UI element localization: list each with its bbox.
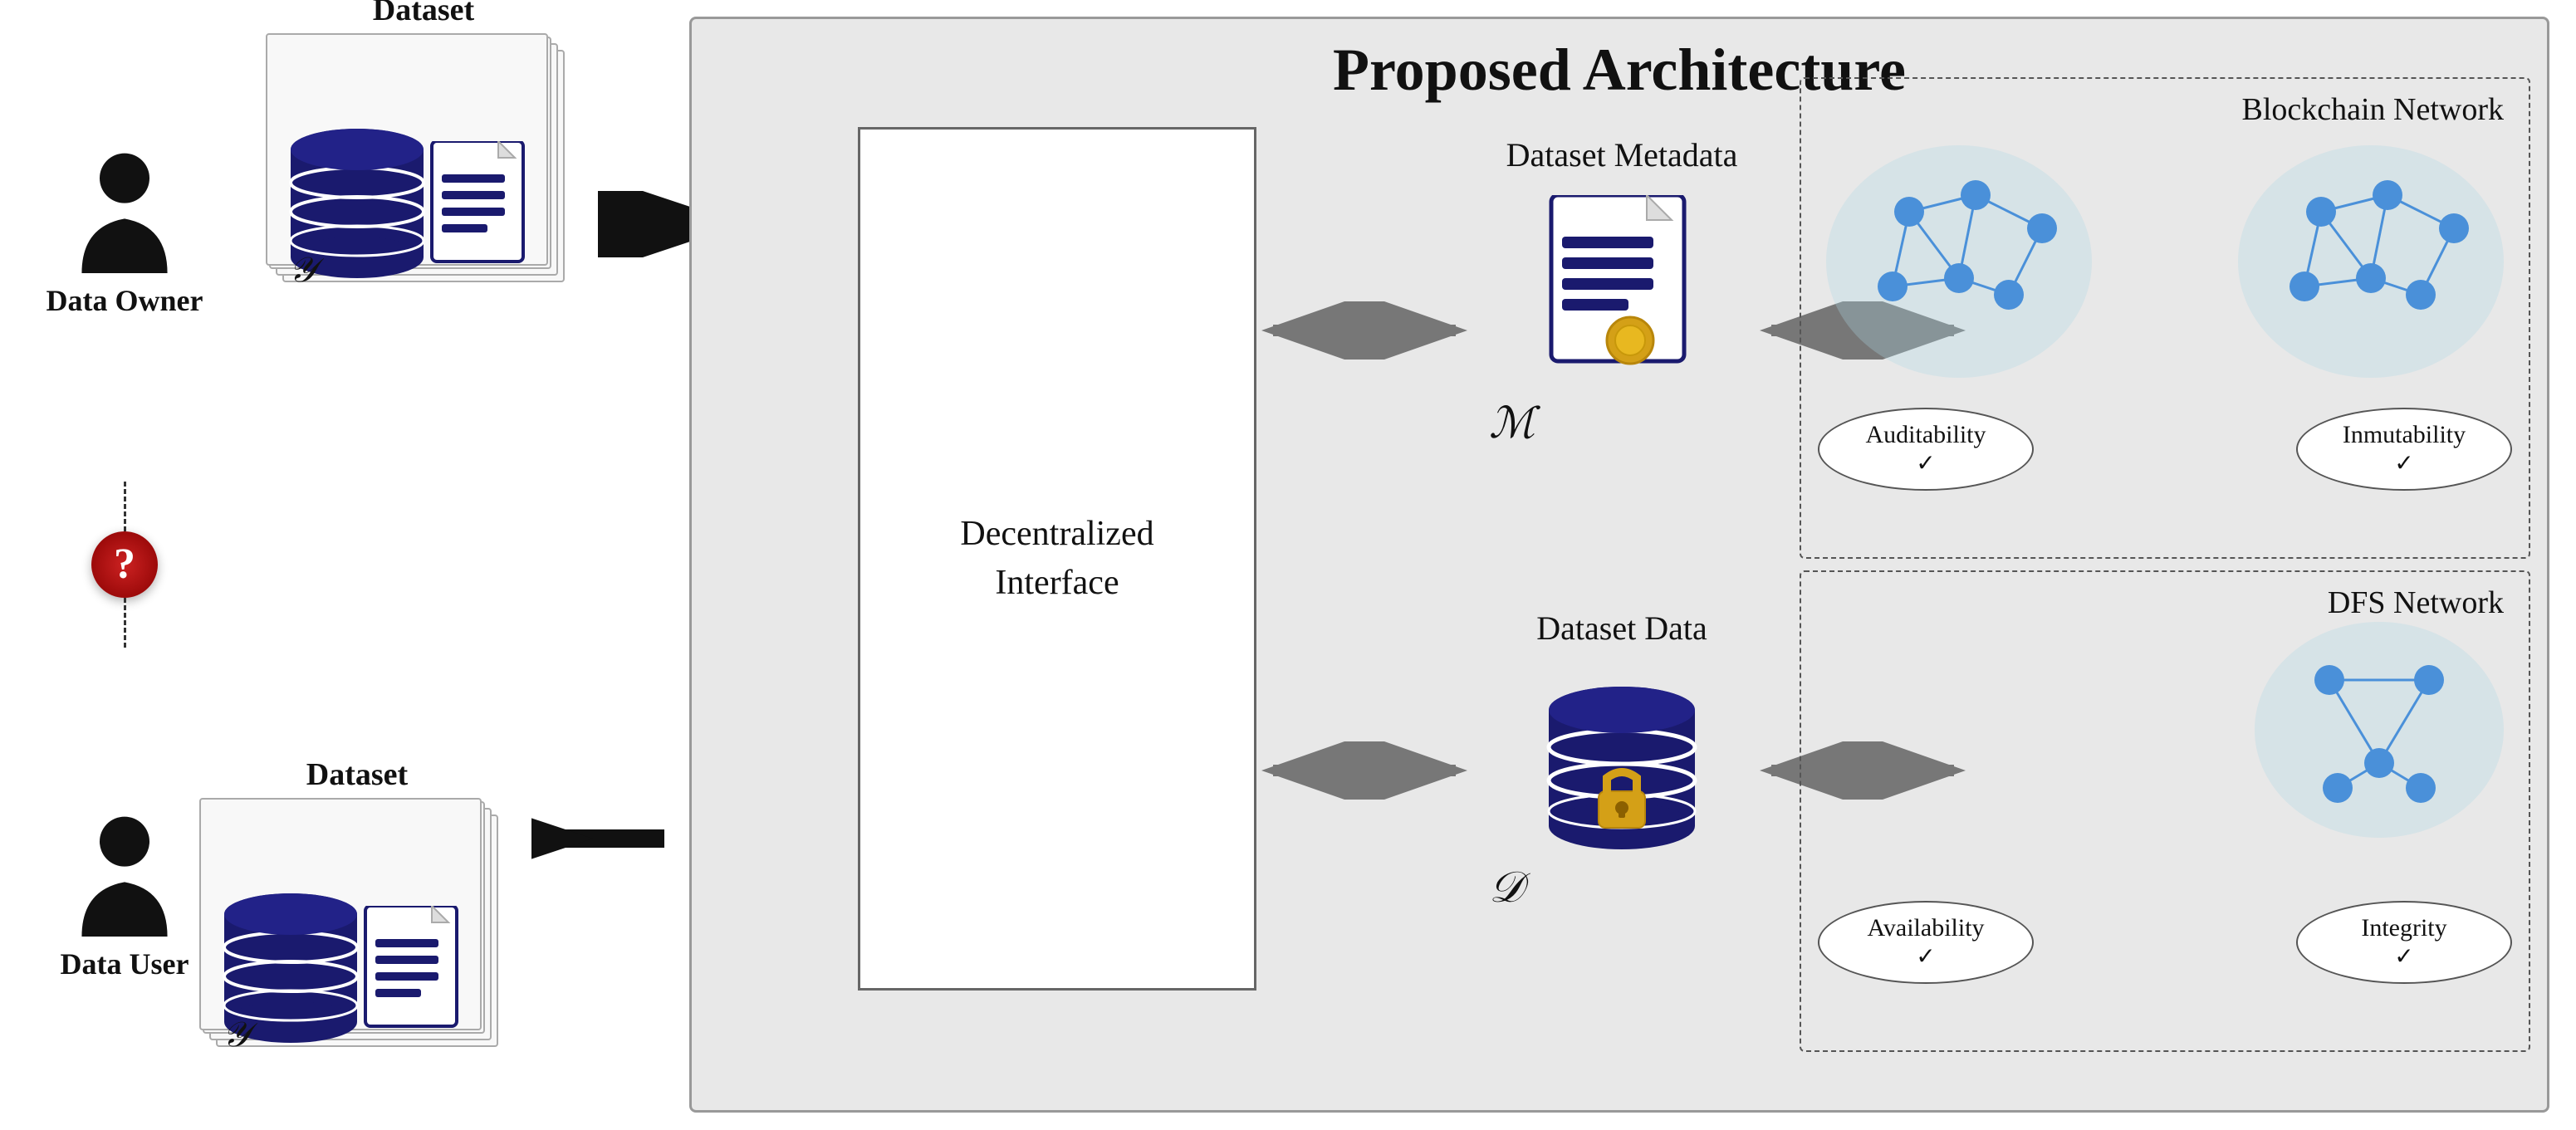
top-paper-stack: Dataset	[266, 33, 581, 299]
top-doc-icon	[424, 141, 531, 274]
connector-section: ?	[91, 482, 158, 648]
blockchain-network-box: Blockchain Network	[1800, 77, 2530, 559]
data-owner-icon	[71, 149, 179, 273]
auditability-label: Auditability	[1866, 421, 1986, 449]
question-badge: ?	[91, 531, 158, 598]
bottom-paper-stack: Dataset	[199, 798, 515, 1064]
bottom-left-arrow	[531, 805, 664, 872]
integrity-check: ✓	[2394, 942, 2413, 971]
bottom-dataset-title: Dataset	[199, 756, 515, 793]
data-user-figure: Data User	[61, 812, 189, 981]
interface-text: DecentralizedInterface	[960, 515, 1153, 602]
metadata-doc-icon	[1539, 195, 1705, 394]
dfs-graph-1-bg	[2255, 622, 2504, 838]
data-symbol: 𝒟	[1472, 863, 1771, 913]
top-y-label: 𝒴	[289, 251, 316, 291]
blockchain-label: Blockchain Network	[2241, 91, 2504, 128]
data-section: Dataset Data 𝒟	[1472, 609, 1771, 913]
integrity-label: Integrity	[2361, 914, 2446, 942]
inmutability-badge: Inmutability ✓	[2296, 408, 2512, 491]
metadata-symbol: ℳ	[1472, 399, 1771, 448]
availability-label: Availability	[1867, 914, 1984, 942]
metadata-title: Dataset Metadata	[1472, 135, 1771, 174]
main-container: Data Owner ? Data User Dataset	[0, 0, 2576, 1130]
blockchain-graph-1-bg	[1826, 145, 2092, 378]
question-mark: ?	[114, 543, 135, 586]
availability-badge: Availability ✓	[1818, 901, 2034, 984]
architecture-box: Proposed Architecture DecentralizedInter…	[689, 17, 2549, 1113]
data-user-icon	[71, 812, 179, 937]
top-db-doc-group: 𝒴	[282, 100, 531, 282]
dashed-line-bottom	[124, 598, 126, 648]
dfs-network-box: DFS Network Availability	[1800, 570, 2530, 1052]
bottom-y-label: 𝒴	[223, 1015, 250, 1055]
data-section-title: Dataset Data	[1472, 609, 1771, 648]
interface-label: DecentralizedInterface	[860, 510, 1254, 608]
gray-arrow-data-left	[1256, 741, 1472, 800]
bottom-db-doc-group: 𝒴	[216, 864, 465, 1047]
integrity-badge: Integrity ✓	[2296, 901, 2512, 984]
availability-check: ✓	[1916, 942, 1935, 971]
blockchain-graph-1	[1843, 162, 2075, 361]
blockchain-graph-2	[2255, 162, 2487, 361]
top-dataset-area: Dataset	[266, 33, 615, 332]
bottom-doc-icon	[357, 906, 465, 1039]
dfs-graph-1	[2271, 638, 2487, 821]
dashed-line-top	[124, 482, 126, 531]
data-owner-figure: Data Owner	[47, 149, 203, 318]
dfs-label: DFS Network	[2328, 585, 2504, 621]
data-owner-label: Data Owner	[47, 283, 203, 318]
metadata-section: Dataset Metadata ℳ	[1472, 135, 1771, 448]
blockchain-graph-2-bg	[2238, 145, 2504, 378]
auditability-badge: Auditability ✓	[1818, 408, 2034, 491]
gray-arrow-meta-left	[1256, 301, 1472, 360]
inmutability-label: Inmutability	[2343, 421, 2466, 449]
inmutability-check: ✓	[2394, 449, 2413, 477]
data-user-label: Data User	[61, 947, 189, 981]
interface-box: DecentralizedInterface	[858, 127, 1256, 991]
data-db-icon	[1539, 668, 1705, 859]
bottom-dataset-area: Dataset	[199, 798, 548, 1097]
top-dataset-title: Dataset	[266, 0, 581, 28]
auditability-check: ✓	[1916, 449, 1935, 477]
